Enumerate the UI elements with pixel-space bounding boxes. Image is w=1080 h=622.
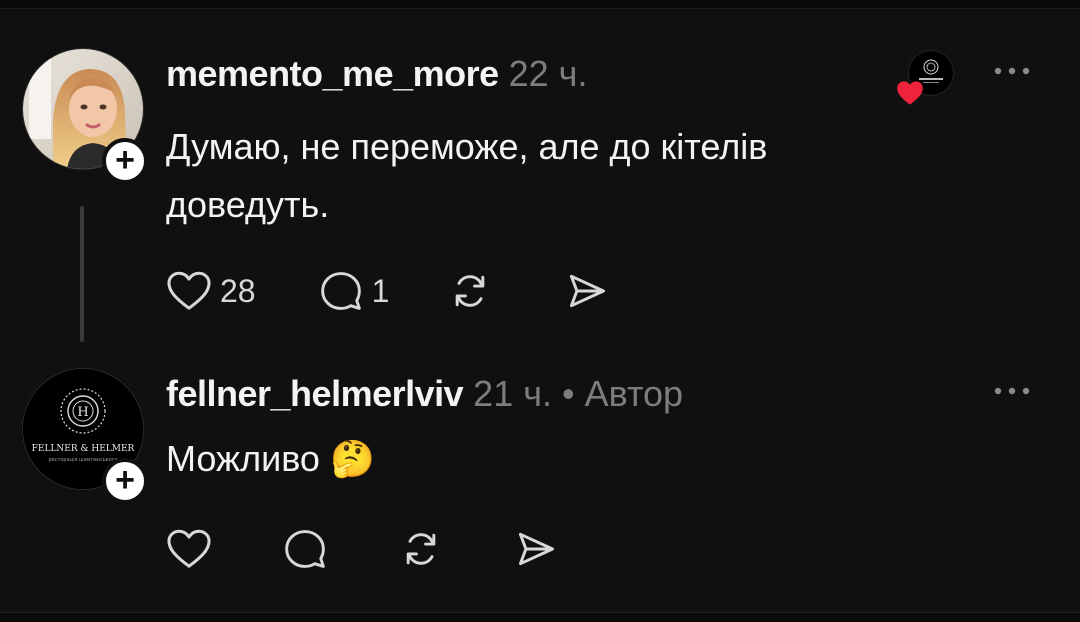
logo-letter: H [77, 405, 88, 420]
heart-outline-icon [166, 528, 212, 570]
reply-button[interactable] [282, 527, 328, 571]
comment-1: + memento_me_more 22 ч. Думаю, не перемож… [0, 40, 1080, 350]
comment-header: fellner_helmerlviv 21 ч. • Автор [166, 374, 683, 414]
follow-plus-button[interactable]: + [102, 138, 148, 184]
comment-text: Можливо 🤔 [166, 430, 886, 489]
like-count: 28 [220, 272, 256, 309]
action-bar: 28 1 [166, 266, 611, 316]
comment-text-content: Можливо [166, 438, 320, 479]
follow-plus-button[interactable]: + [102, 458, 148, 504]
heart-filled-icon [896, 80, 924, 106]
action-bar [166, 524, 560, 574]
thinking-face-emoji: 🤔 [329, 439, 375, 480]
reply-button[interactable]: 1 [318, 269, 390, 313]
like-button[interactable]: 28 [166, 270, 256, 312]
logo-subtitle: ресторація шампанського [48, 457, 117, 463]
avatar-memento[interactable]: + [22, 48, 148, 184]
avatar-fellner[interactable]: H FELLNER & HELMER ресторація шампансько… [22, 368, 148, 504]
send-arrow-icon [563, 269, 611, 313]
comment-2: H FELLNER & HELMER ресторація шампансько… [0, 360, 1080, 610]
meta-separator: • [561, 373, 575, 414]
more-options-ellipsis-icon[interactable] [990, 62, 1034, 82]
speech-bubble-icon [282, 527, 328, 571]
logo-title: FELLNER & HELMER [32, 444, 135, 454]
repost-arrows-icon [398, 527, 444, 571]
top-divider [0, 0, 1080, 9]
timestamp: 22 ч. [508, 53, 588, 94]
share-button[interactable] [563, 269, 611, 313]
speech-bubble-icon [318, 269, 364, 313]
username[interactable]: fellner_helmerlviv [166, 373, 464, 414]
thread-connector-line [80, 206, 84, 342]
repost-button[interactable] [447, 269, 493, 313]
repost-arrows-icon [447, 269, 493, 313]
timestamp: 21 ч. [473, 373, 552, 414]
bottom-divider [0, 612, 1080, 622]
send-arrow-icon [512, 527, 560, 571]
repost-button[interactable] [398, 527, 444, 571]
comment-text: Думаю, не переможе, але до кітелів довед… [166, 126, 768, 225]
reply-count: 1 [371, 272, 390, 309]
username[interactable]: memento_me_more [166, 53, 499, 94]
author-liked-indicator [888, 50, 956, 106]
share-button[interactable] [512, 527, 560, 571]
comment-header: memento_me_more 22 ч. [166, 54, 587, 94]
heart-outline-icon [166, 270, 212, 312]
more-options-ellipsis-icon[interactable] [990, 382, 1034, 402]
author-label: Автор [584, 373, 684, 414]
threads-comments-screen: + memento_me_more 22 ч. Думаю, не перемож… [0, 0, 1080, 622]
like-button[interactable] [166, 528, 212, 570]
